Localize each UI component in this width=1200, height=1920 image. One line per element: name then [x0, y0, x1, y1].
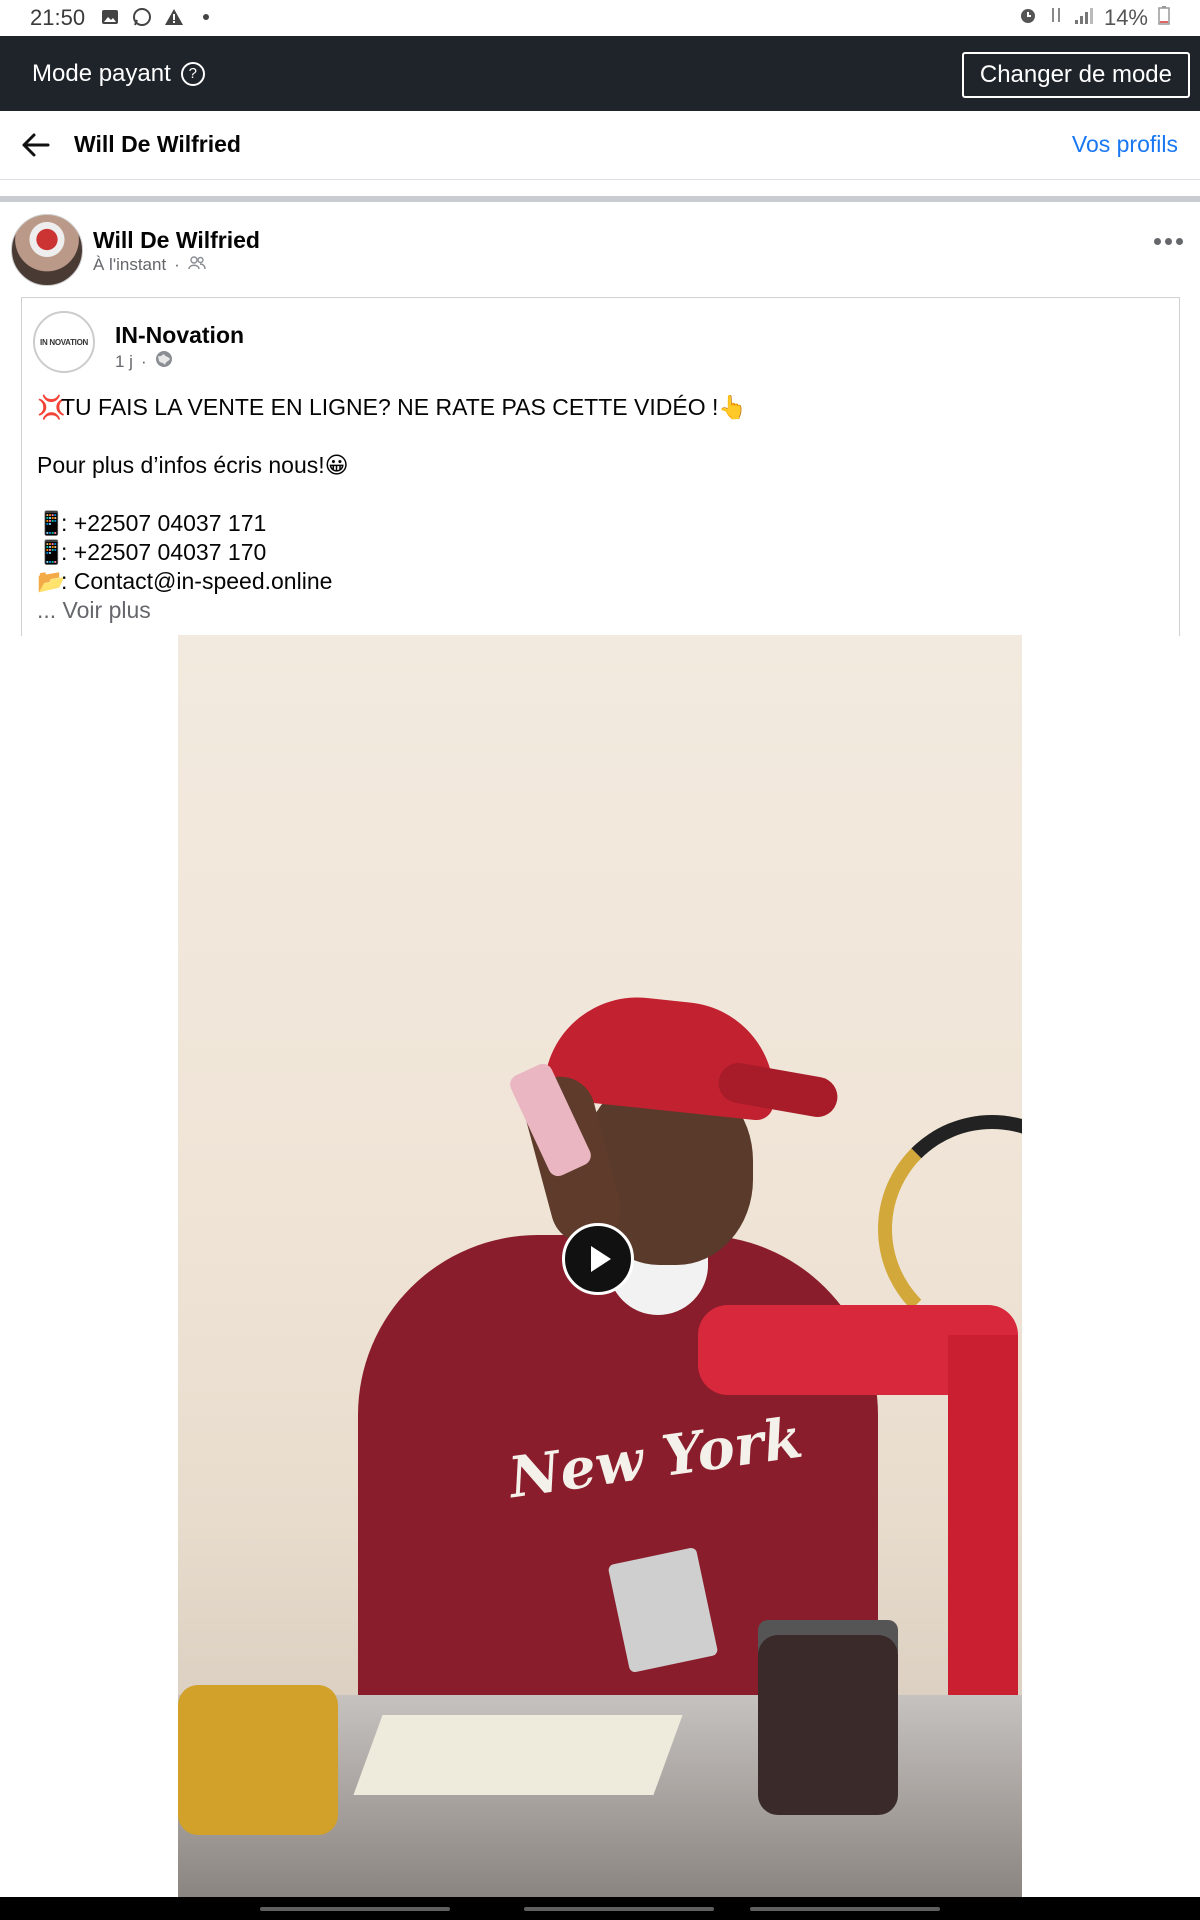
paid-mode-bar: Mode payant ? Changer de mode: [0, 36, 1200, 111]
shared-time[interactable]: 1 j: [115, 352, 133, 372]
nav-recents[interactable]: [260, 1907, 450, 1911]
status-time: 21:50: [30, 5, 86, 30]
status-bar: 21:50 14%: [0, 0, 1200, 36]
shared-post-text: 💢TU FAIS LA VENTE EN LIGNE? NE RATE PAS …: [37, 393, 1157, 625]
play-icon: [590, 1246, 611, 1272]
post-time[interactable]: À l'instant: [93, 255, 166, 275]
shared-meta: 1 j ·: [115, 350, 173, 373]
phone-icon: 📱: [37, 539, 66, 565]
whatsapp-icon: [132, 7, 152, 27]
contact-email: : Contact@in-speed.online: [61, 568, 333, 594]
video-notebook: [353, 1715, 683, 1795]
meta-separator: ·: [174, 255, 180, 274]
section-divider: [0, 196, 1200, 202]
battery-percent: 14%: [1103, 5, 1148, 30]
text-line-3: Pour plus d’infos écris nous!😀: [37, 451, 1157, 480]
globe-icon: [155, 350, 173, 373]
play-button[interactable]: [562, 1223, 634, 1295]
shared-post-card[interactable]: IN NOVATION IN-Novation 1 j · 💢TU FAIS L…: [21, 297, 1180, 636]
text-info: Pour plus d’infos écris nous!: [37, 452, 325, 478]
page-title: Will De Wilfried: [74, 131, 241, 157]
post-meta: À l'instant ·: [93, 255, 206, 275]
anger-icon: 💢: [37, 394, 66, 420]
author-avatar[interactable]: [11, 214, 83, 286]
signal-icon: [1074, 5, 1094, 31]
text-line-1: 💢TU FAIS LA VENTE EN LIGNE? NE RATE PAS …: [37, 393, 1157, 422]
video-jar: [758, 1635, 898, 1815]
smiley-icon: 😀: [324, 452, 349, 478]
help-icon[interactable]: ?: [180, 62, 205, 86]
video-player[interactable]: New York: [178, 635, 1022, 1897]
your-profiles-link[interactable]: Vos profils: [1072, 131, 1178, 158]
image-icon: [100, 7, 120, 27]
meta-separator: ·: [140, 351, 147, 371]
text-line-6: 📱: +22507 04037 170: [37, 538, 1157, 567]
video-gold-box: [178, 1685, 338, 1835]
page-header: Will De Wilfried Vos profils: [0, 111, 1200, 180]
system-navigation-bar: [0, 1897, 1200, 1920]
page-avatar[interactable]: IN NOVATION: [33, 311, 95, 373]
shared-page-name[interactable]: IN-Novation: [115, 322, 244, 349]
nav-back[interactable]: [750, 1907, 940, 1911]
nav-home[interactable]: [524, 1907, 714, 1911]
see-more-link[interactable]: ... Voir plus: [37, 596, 1157, 625]
text-line-7: 📂: Contact@in-speed.online: [37, 567, 1157, 596]
phone-number-2: : +22507 04037 170: [61, 539, 267, 565]
data-icon: [1048, 5, 1064, 31]
phone-number-1: : +22507 04037 171: [61, 510, 267, 536]
text-headline: TU FAIS LA VENTE EN LIGNE? NE RATE PAS C…: [61, 394, 719, 420]
folder-icon: 📂: [37, 568, 66, 594]
battery-icon: [1158, 5, 1170, 31]
dot-icon: [196, 7, 216, 27]
post-author-name[interactable]: Will De Wilfried: [93, 227, 260, 254]
status-system-icons: 14%: [1018, 5, 1170, 31]
warning-icon: [164, 7, 184, 27]
more-options-icon[interactable]: [1154, 234, 1186, 248]
friends-icon[interactable]: [188, 255, 206, 275]
change-mode-button[interactable]: Changer de mode: [961, 52, 1190, 98]
pointing-hand-icon: 👆: [718, 394, 748, 420]
mode-label-group[interactable]: Mode payant ?: [32, 60, 205, 88]
status-notification-icons: [100, 7, 216, 27]
alarm-icon: [1018, 5, 1038, 31]
phone-icon: 📱: [37, 510, 66, 536]
back-arrow-icon[interactable]: [20, 131, 50, 159]
mode-label: Mode payant: [32, 60, 171, 87]
text-line-5: 📱: +22507 04037 171: [37, 509, 1157, 538]
